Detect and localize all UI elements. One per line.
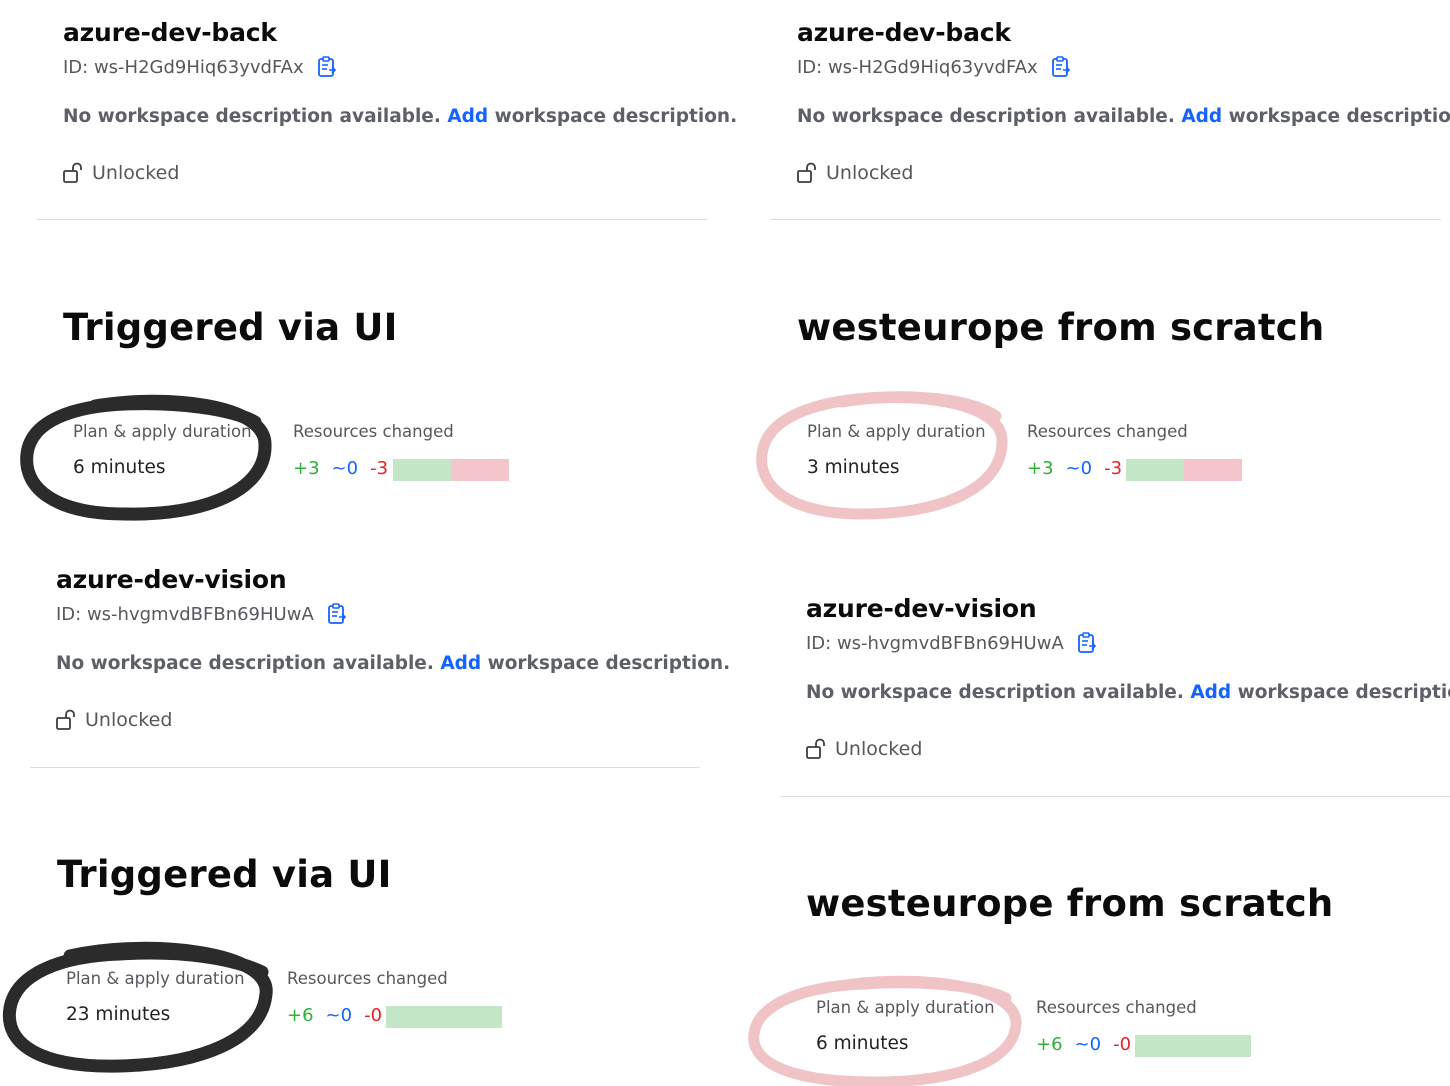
copy-id-icon[interactable] (1050, 56, 1072, 78)
duration-label: Plan & apply duration (66, 969, 245, 988)
changed-count: ~0 (331, 458, 359, 479)
unlock-icon (63, 162, 82, 183)
divider (771, 219, 1441, 220)
bar-destroyed (1184, 459, 1242, 481)
add-description-link[interactable]: Add (440, 653, 481, 674)
duration-label: Plan & apply duration (807, 422, 986, 441)
workspace-id: ID: ws-hvgmvdBFBn69HUwA (56, 603, 348, 625)
bar-destroyed (451, 459, 509, 481)
run-title[interactable]: Triggered via UI (63, 306, 398, 349)
destroyed-count: -3 (370, 458, 389, 479)
changed-count: ~0 (1065, 458, 1093, 479)
lock-status: Unlocked (796, 162, 913, 184)
run-title[interactable]: westeurope from scratch (797, 306, 1324, 349)
duration-value: 6 minutes (816, 1033, 909, 1054)
workspace-description: No workspace description available. Add … (797, 106, 1450, 127)
resource-counts: +3 ~0 -3 (1027, 458, 1134, 479)
resource-counts: +3 ~0 -3 (293, 458, 400, 479)
run-title[interactable]: Triggered via UI (57, 853, 392, 896)
destroyed-count: -3 (1104, 458, 1123, 479)
lock-status-text: Unlocked (826, 162, 914, 184)
workspace-name-vision[interactable]: azure-dev-vision (56, 565, 287, 594)
bar-added (1126, 459, 1184, 481)
workspace-description: No workspace description available. Add … (63, 106, 737, 127)
lock-status: Unlocked (62, 162, 179, 184)
workspace-name-vision[interactable]: azure-dev-vision (806, 594, 1037, 623)
resource-counts: +6 ~0 -0 (287, 1005, 394, 1026)
lock-status-text: Unlocked (85, 709, 173, 731)
description-suffix: workspace description. (1237, 682, 1450, 703)
add-description-link[interactable]: Add (1190, 682, 1231, 703)
added-count: +3 (293, 458, 320, 479)
bar-added (386, 1006, 502, 1028)
added-count: +6 (287, 1005, 314, 1026)
description-suffix: workspace description. (1228, 106, 1450, 127)
lock-status: Unlocked (55, 709, 172, 731)
duration-value: 3 minutes (807, 457, 900, 478)
lock-status-text: Unlocked (92, 162, 180, 184)
divider (30, 767, 700, 768)
duration-value: 6 minutes (73, 457, 166, 478)
divider (37, 219, 707, 220)
workspace-id: ID: ws-H2Gd9Hiq63yvdFAx (63, 56, 338, 78)
added-count: +3 (1027, 458, 1054, 479)
resource-bar (1126, 459, 1242, 481)
changed-count: ~0 (1074, 1034, 1102, 1055)
unlock-icon (797, 162, 816, 183)
resources-label: Resources changed (1027, 422, 1188, 441)
resource-bar (393, 459, 509, 481)
resource-counts: +6 ~0 -0 (1036, 1034, 1143, 1055)
workspace-id: ID: ws-H2Gd9Hiq63yvdFAx (797, 56, 1072, 78)
duration-label: Plan & apply duration (816, 998, 995, 1017)
add-description-link[interactable]: Add (447, 106, 488, 127)
workspace-description: No workspace description available. Add … (806, 682, 1450, 703)
resource-bar (1135, 1035, 1251, 1057)
duration-value: 23 minutes (66, 1004, 171, 1025)
resources-label: Resources changed (1036, 998, 1197, 1017)
resource-bar (386, 1006, 502, 1028)
add-description-link[interactable]: Add (1181, 106, 1222, 127)
description-text: No workspace description available. (797, 106, 1175, 127)
workspace-id-text: ID: ws-H2Gd9Hiq63yvdFAx (63, 56, 304, 78)
resources-label: Resources changed (293, 422, 454, 441)
changed-count: ~0 (325, 1005, 353, 1026)
destroyed-count: -0 (364, 1005, 383, 1026)
copy-id-icon[interactable] (326, 603, 348, 625)
description-text: No workspace description available. (56, 653, 434, 674)
resources-label: Resources changed (287, 969, 448, 988)
description-text: No workspace description available. (806, 682, 1184, 703)
added-count: +6 (1036, 1034, 1063, 1055)
description-suffix: workspace description. (494, 106, 738, 127)
copy-id-icon[interactable] (316, 56, 338, 78)
destroyed-count: -0 (1113, 1034, 1132, 1055)
workspace-id-text: ID: ws-hvgmvdBFBn69HUwA (56, 603, 314, 625)
workspace-id: ID: ws-hvgmvdBFBn69HUwA (806, 632, 1098, 654)
workspace-description: No workspace description available. Add … (56, 653, 730, 674)
lock-status-text: Unlocked (835, 738, 923, 760)
unlock-icon (806, 738, 825, 759)
annotation-circle (748, 975, 1022, 1086)
run-title[interactable]: westeurope from scratch (806, 882, 1333, 925)
workspace-id-text: ID: ws-H2Gd9Hiq63yvdFAx (797, 56, 1038, 78)
bar-added (1135, 1035, 1251, 1057)
description-suffix: workspace description. (487, 653, 731, 674)
duration-label: Plan & apply duration (73, 422, 252, 441)
description-text: No workspace description available. (63, 106, 441, 127)
lock-status: Unlocked (805, 738, 922, 760)
divider (780, 796, 1450, 797)
workspace-id-text: ID: ws-hvgmvdBFBn69HUwA (806, 632, 1064, 654)
workspace-name-back[interactable]: azure-dev-back (797, 18, 1011, 47)
workspace-name-back[interactable]: azure-dev-back (63, 18, 277, 47)
copy-id-icon[interactable] (1076, 632, 1098, 654)
unlock-icon (56, 709, 75, 730)
bar-added (393, 459, 451, 481)
